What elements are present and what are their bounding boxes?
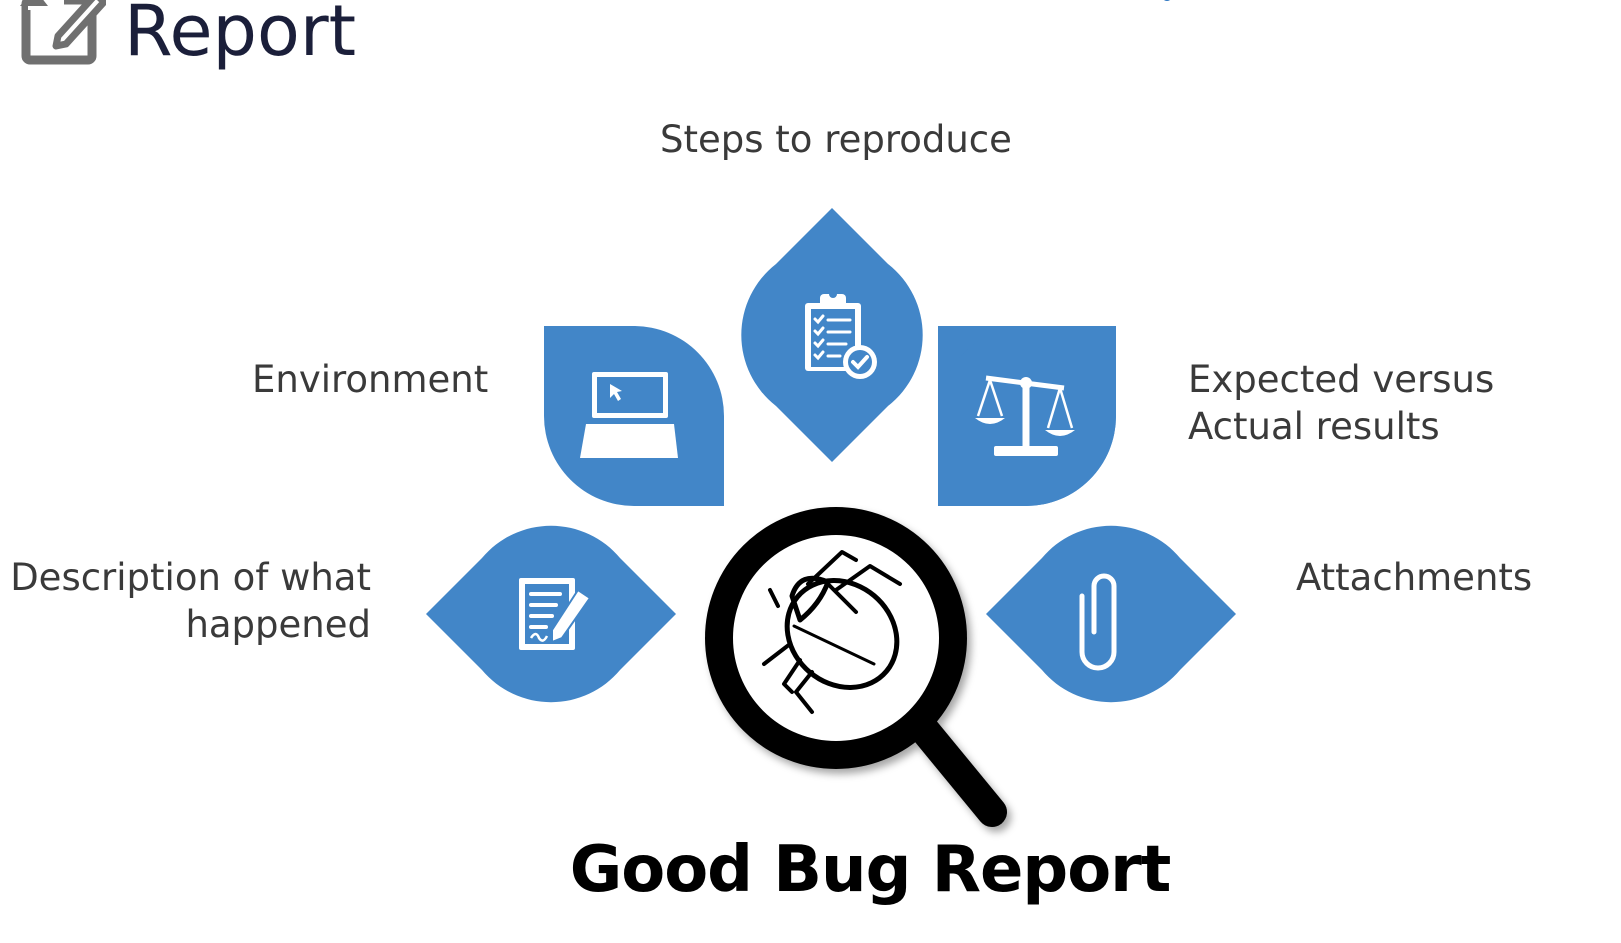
petal-environment: [544, 326, 724, 506]
diagram-caption: Good Bug Report: [569, 833, 1172, 907]
bug-report-diagram: [426, 208, 1236, 827]
petal-attachments: [986, 525, 1236, 703]
petal-expected-vs-actual: [938, 326, 1116, 506]
petal-description: [426, 525, 676, 703]
laptop-icon: [580, 372, 678, 458]
magnifier-bug-icon: [705, 507, 1007, 827]
petal-steps-to-reproduce: [741, 208, 923, 462]
